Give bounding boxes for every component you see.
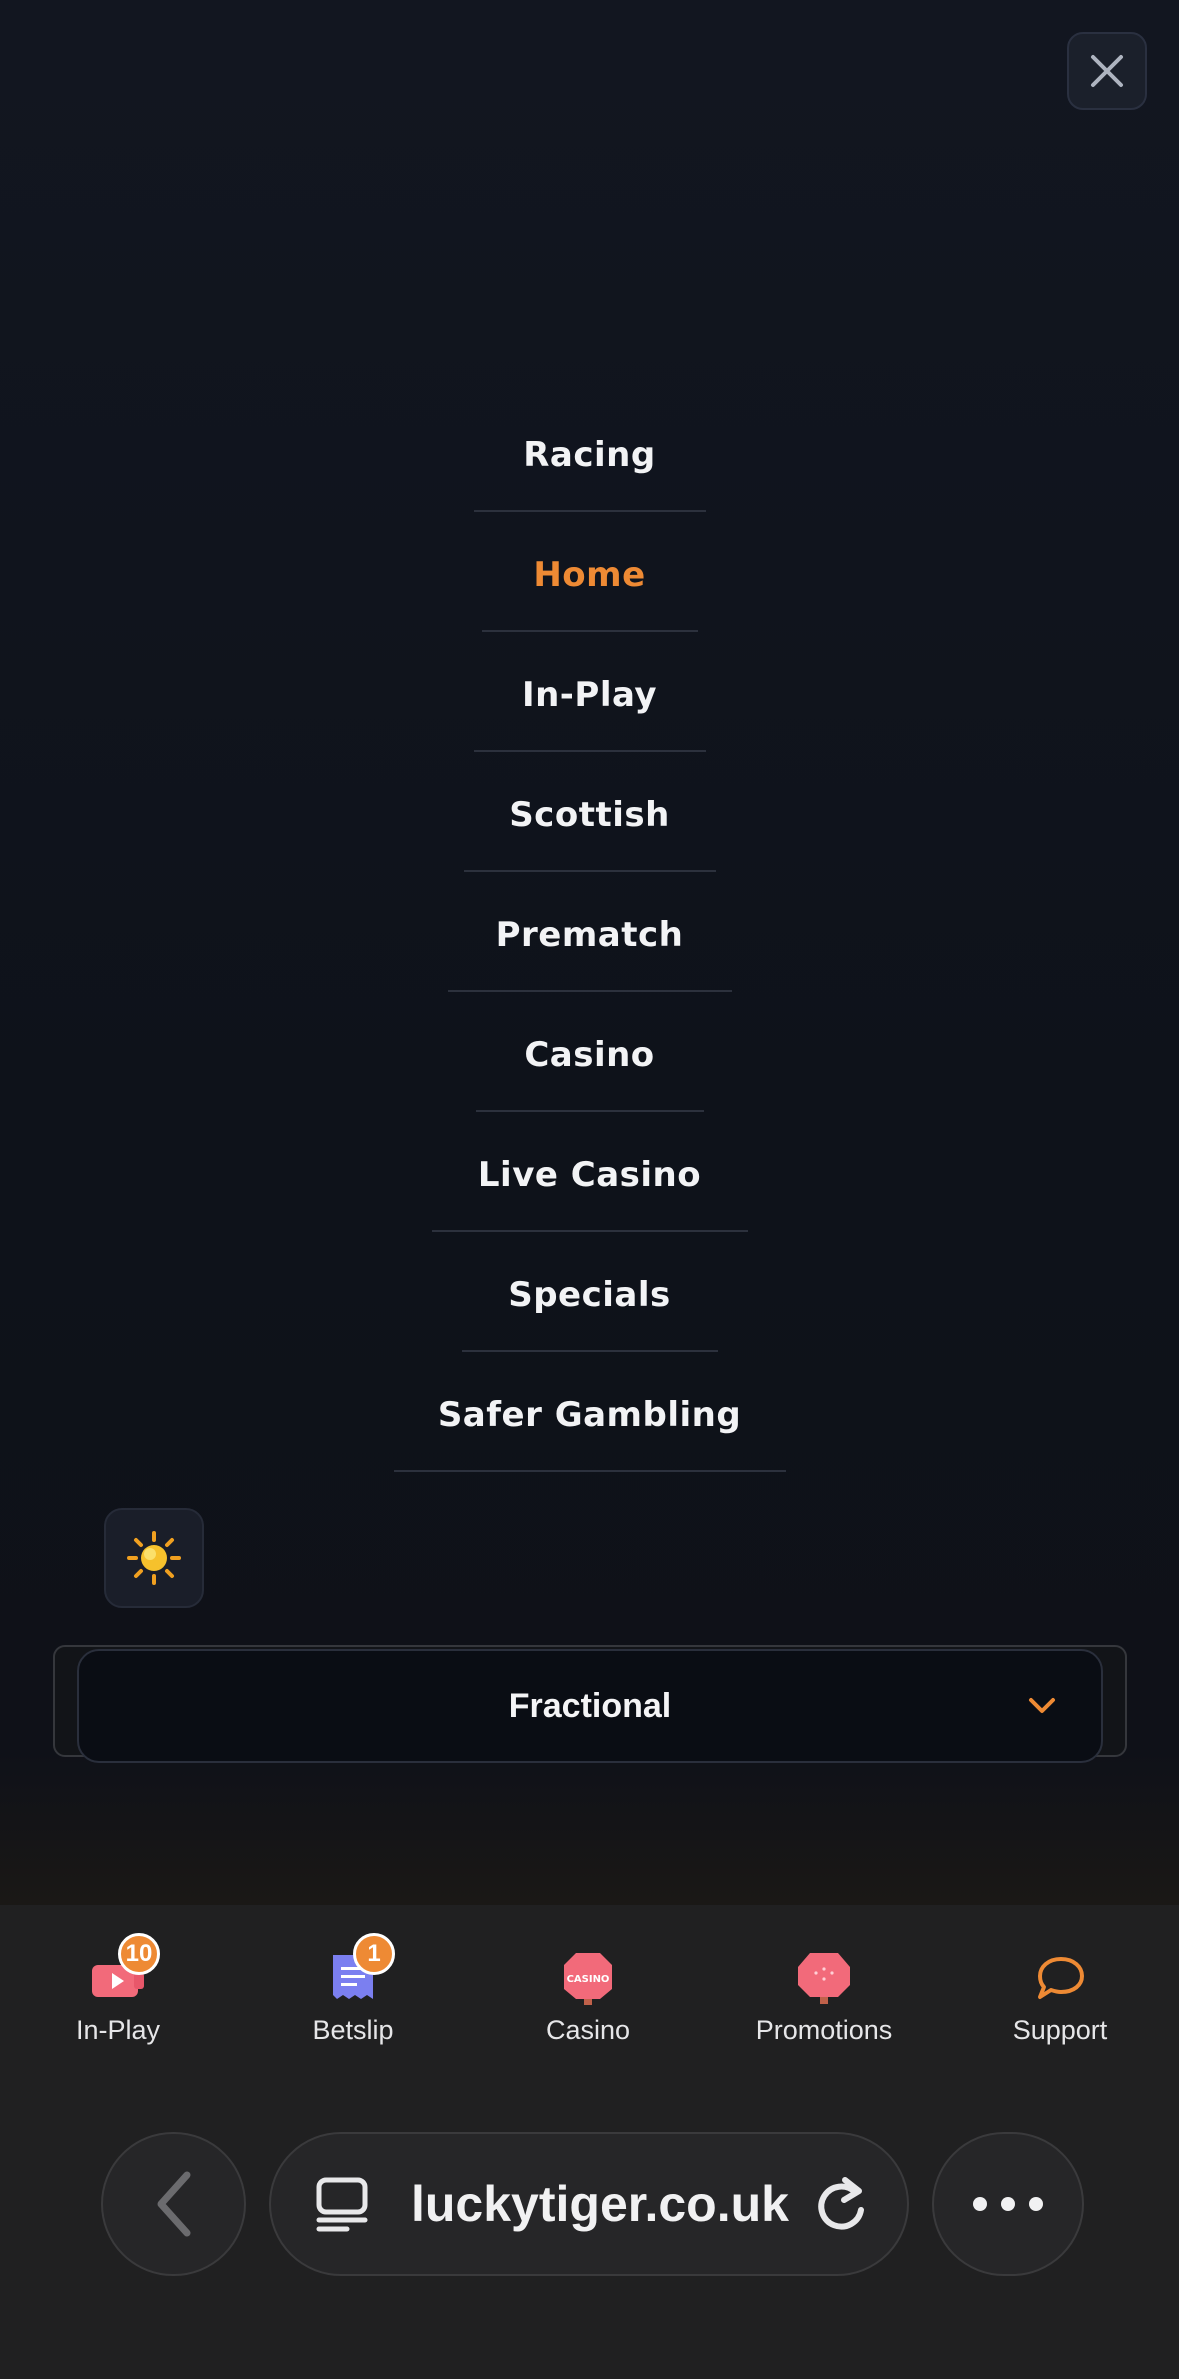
tab-betslip[interactable]: 1 Betslip [235, 1905, 471, 2085]
divider [464, 870, 716, 872]
divider [476, 1110, 704, 1112]
nav-item-label: Live Casino [477, 1155, 702, 1195]
divider [394, 1470, 786, 1472]
sun-icon [127, 1531, 181, 1585]
nav-item-label: Prematch [495, 915, 684, 955]
odds-format-select[interactable]: Fractional [77, 1649, 1103, 1763]
tab-support[interactable]: Support [942, 1905, 1178, 2085]
nav-item-label: Safer Gambling [437, 1395, 742, 1435]
nav-item-label: Racing [523, 435, 656, 475]
divider [432, 1230, 748, 1232]
casino-chip-icon: CASINO [564, 1953, 612, 2005]
reload-icon[interactable] [811, 2174, 871, 2236]
url-text: luckytiger.co.uk [411, 2176, 789, 2232]
tab-in-play[interactable]: 10 In-Play [0, 1905, 236, 2085]
address-bar[interactable]: luckytiger.co.uk [269, 2132, 909, 2276]
tab-label: Promotions [755, 2015, 893, 2045]
tabs-icon [316, 2177, 368, 2232]
notification-badge: 1 [353, 1933, 395, 1975]
back-arrow-icon [157, 2171, 190, 2237]
divider [482, 630, 698, 632]
tab-label: Support [1012, 2015, 1108, 2045]
close-button[interactable] [1067, 32, 1147, 110]
browser-toolbar: luckytiger.co.uk [0, 2085, 1179, 2379]
nav-item-prematch[interactable]: Prematch [0, 880, 1179, 1000]
tab-label: Casino [545, 2015, 631, 2045]
notification-badge: 10 [118, 1933, 160, 1975]
chevron-down-icon [1029, 1698, 1055, 1713]
nav-item-label: Scottish [509, 795, 670, 835]
more-icon [973, 2197, 1043, 2211]
nav-item-specials[interactable]: Specials [0, 1240, 1179, 1360]
close-icon [1091, 55, 1123, 87]
more-options-button[interactable] [932, 2132, 1084, 2276]
navigation-menu: Racing Home In-Play Scottish Prematch Ca… [0, 0, 1179, 1905]
nav-item-casino[interactable]: Casino [0, 1000, 1179, 1120]
nav-item-safer-gambling[interactable]: Safer Gambling [0, 1360, 1179, 1480]
tab-promotions[interactable]: Promotions [706, 1905, 942, 2085]
divider [462, 1350, 718, 1352]
divider [474, 750, 706, 752]
tab-label: In-Play [75, 2015, 161, 2045]
nav-item-racing[interactable]: Racing [0, 400, 1179, 520]
nav-item-label: In-Play [521, 675, 658, 715]
tab-label: Betslip [312, 2015, 394, 2045]
nav-item-home[interactable]: Home [0, 520, 1179, 640]
casino-icon-text: CASINO [567, 1974, 610, 1985]
divider [448, 990, 732, 992]
nav-item-scottish[interactable]: Scottish [0, 760, 1179, 880]
bottom-tab-bar: 10 In-Play 1 Betslip CASINO Casino Promo… [0, 1905, 1179, 2085]
back-button[interactable] [101, 2132, 246, 2276]
promotions-icon [798, 1953, 850, 2004]
nav-item-label: Specials [508, 1275, 671, 1315]
divider [474, 510, 706, 512]
chat-bubble-icon [1038, 1957, 1084, 1999]
nav-item-label: Casino [524, 1035, 655, 1075]
nav-item-label: Home [533, 555, 646, 595]
tab-casino[interactable]: CASINO Casino [470, 1905, 706, 2085]
nav-item-in-play[interactable]: In-Play [0, 640, 1179, 760]
theme-toggle-button[interactable] [104, 1508, 204, 1608]
odds-format-value: Fractional [508, 1686, 672, 1725]
nav-item-live-casino[interactable]: Live Casino [0, 1120, 1179, 1240]
